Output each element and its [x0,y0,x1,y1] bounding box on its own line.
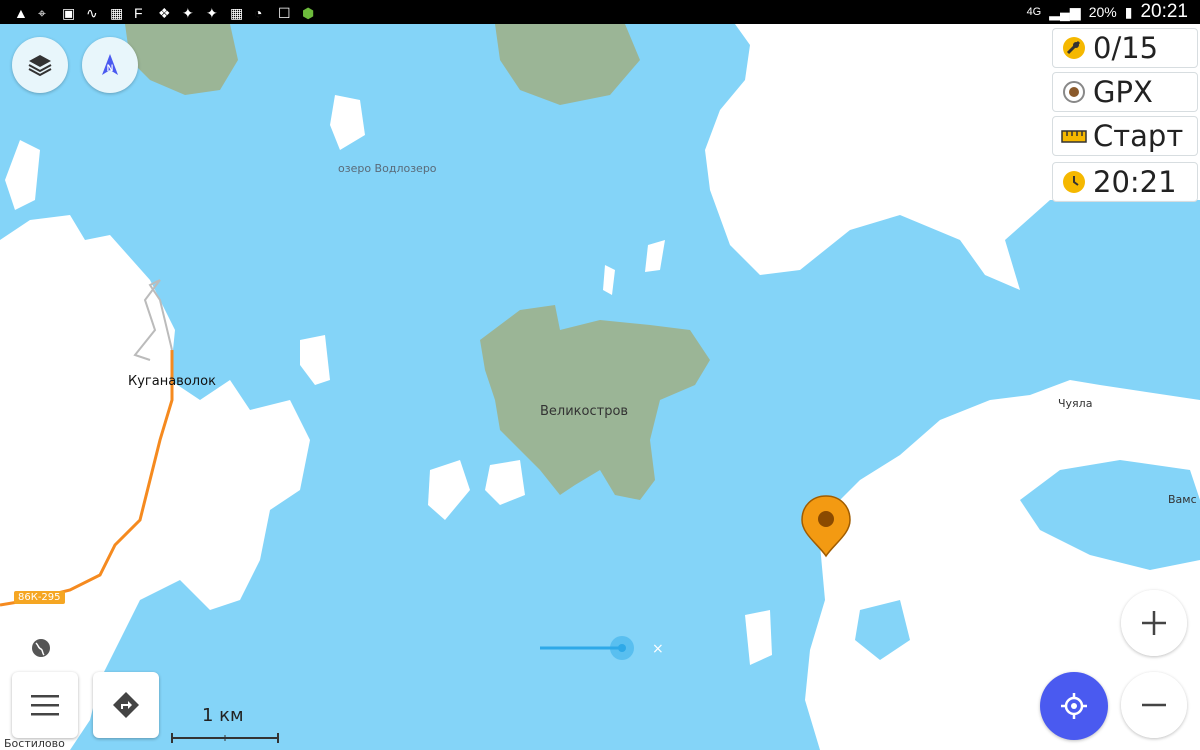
shield-icon: ⬢ [302,5,315,21]
location-pin-icon: ⌖ [38,5,46,21]
gpx-value: GPX [1093,75,1153,109]
menu-button[interactable] [12,672,78,738]
image-icon: ▣ [62,5,76,21]
zoom-in-button[interactable] [1121,590,1187,656]
battery-icon: ▮ [1124,3,1133,20]
plus-icon [1142,611,1166,635]
location-marker[interactable] [800,494,852,560]
ruler-value: Старт [1093,119,1184,153]
road-number-badge: 86К-295 [14,591,65,604]
heading-x: × [652,641,664,657]
compass-button[interactable]: N [82,37,138,93]
layers-button[interactable] [12,37,68,93]
status-bar-system: 4G ▂▄▆ 20% ▮ 20:21 [1027,1,1200,23]
my-location-button[interactable] [1040,672,1108,740]
signal-icon: ▂▄▆ [1049,3,1081,20]
label-place-bostilovo: Бостилово [4,737,65,750]
compass-north-letter: N [106,63,114,73]
wifi-signal-icon: ◔ [254,5,263,21]
route-icon [113,692,139,718]
twitter-icon: ✦ [182,5,194,21]
zoom-out-button[interactable] [1121,672,1187,738]
status-bar-notification-icons: ▲ ⌖ ▣ ∿ ▦ F ❖ ✦ ✦ ▦ ◔ ☐ ⬢ [0,5,318,21]
calendar-icon: ☐ [278,5,291,21]
globe-icon [32,639,50,657]
label-lake: озеро Водлозеро [338,162,437,175]
clock-value: 20:21 [1093,165,1177,199]
record-icon [1063,81,1085,103]
minus-icon [1142,703,1166,707]
satellite-icon [1063,37,1085,59]
status-time: 20:21 [1140,1,1188,22]
clock-icon [1063,171,1085,193]
widget-clock[interactable]: 20:21 [1052,162,1198,202]
twitter-icon: ✦ [206,5,218,21]
notification-icon: ▲ [14,5,28,21]
layers-icon [28,55,52,77]
ruler-icon [1061,130,1087,143]
app-icon: ▦ [110,5,124,21]
dropbox-icon: ❖ [158,5,171,21]
crosshair-icon [1061,693,1087,719]
network-type: 4G [1026,6,1042,18]
label-village-kuganavolok: Куганаволок [128,374,216,389]
globe-button[interactable] [0,631,82,665]
satellites-value: 0/15 [1093,31,1159,65]
battery-percent: 20% [1088,4,1117,20]
scale-label: 1 км [202,705,244,726]
status-bar: ▲ ⌖ ▣ ∿ ▦ F ❖ ✦ ✦ ▦ ◔ ☐ ⬢ 4G ▂▄▆ 20% ▮ 2… [0,0,1200,24]
widget-satellites[interactable]: 0/15 [1052,28,1198,68]
widget-ruler[interactable]: Старт [1052,116,1198,156]
menu-icon [31,695,59,716]
route-button[interactable] [93,672,159,738]
label-place-chuyala: Чуяла [1058,397,1093,410]
activity-icon: ∿ [86,5,98,21]
label-place-vams: Вамс [1168,493,1197,506]
app-icon: ▦ [230,5,244,21]
label-island-velikostrov: Великостров [540,404,629,419]
flipboard-icon: F [134,5,143,21]
widget-gpx[interactable]: GPX [1052,72,1198,112]
